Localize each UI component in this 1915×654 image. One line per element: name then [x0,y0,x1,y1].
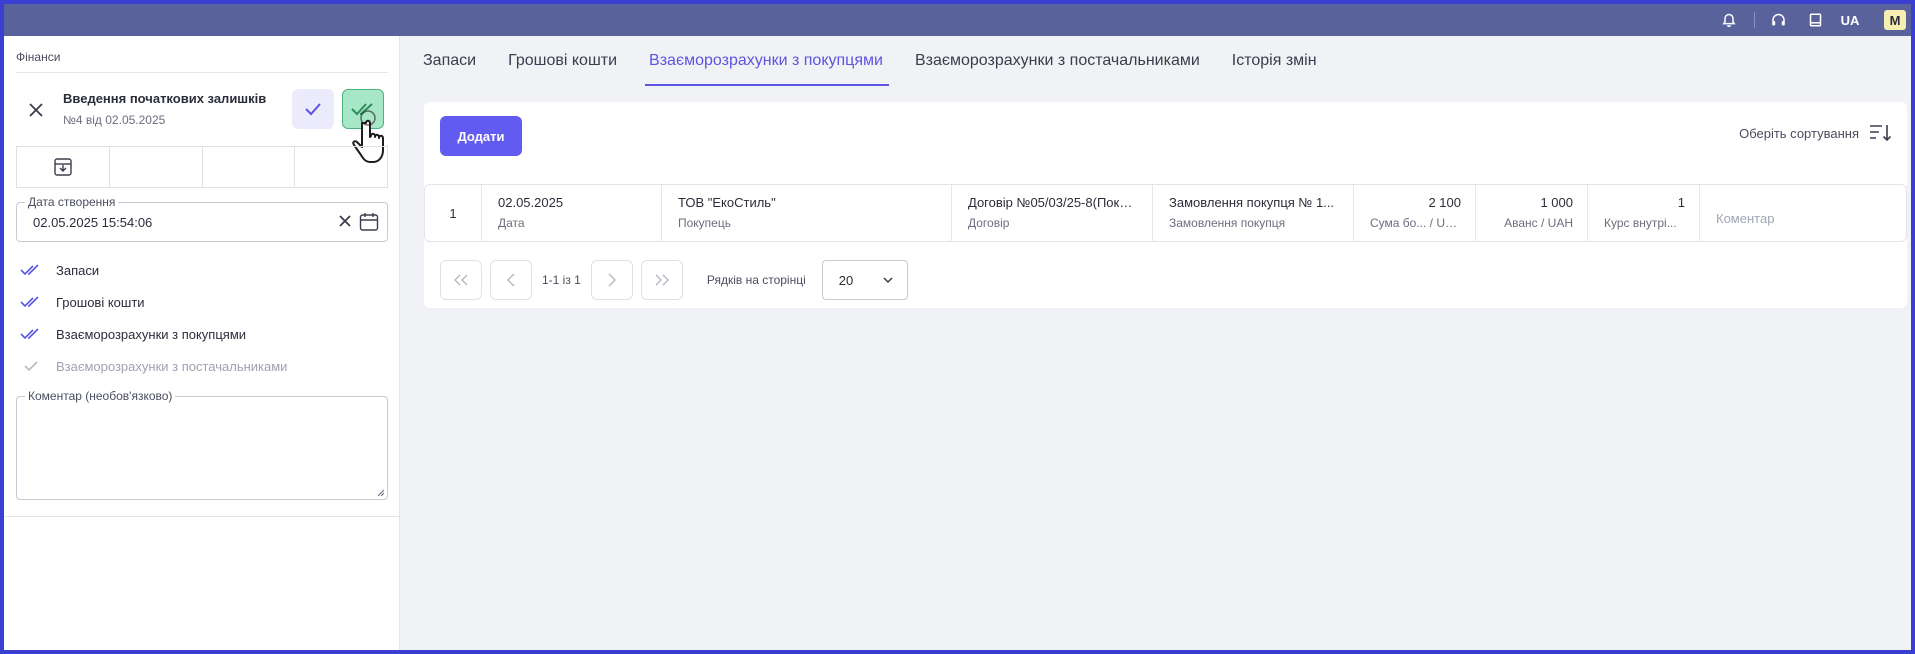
section-status-list: Запаси Грошові кошти Взаєморозрахунки з … [16,254,388,382]
bell-icon[interactable] [1719,10,1739,30]
topbar-divider [1754,12,1755,28]
cell-value: ТОВ "ЕкоСтиль" [678,195,776,210]
tab-customer-settlements[interactable]: Взаєморозрахунки з покупцями [643,36,889,86]
comment-textarea[interactable]: Коментар (необов'язково) [16,389,388,500]
first-page-button[interactable] [440,260,482,300]
row-index: 1 [425,185,482,241]
divider [16,72,388,73]
step-cash[interactable]: Грошові кошти [16,286,388,318]
cell-value: Договір №05/03/25-8(Покупця) [968,195,1138,210]
clear-icon[interactable] [337,213,353,229]
prev-page-button[interactable] [490,260,532,300]
step-label: Взаєморозрахунки з постачальниками [56,358,288,374]
double-check-icon [16,328,56,340]
creation-date-field[interactable]: Дата створення 02.05.2025 15:54:06 [16,195,388,242]
cell-label: Дата [498,216,525,230]
chevron-down-icon [883,277,893,283]
cell-label: Курс внутрі... [1604,216,1677,230]
document-subtitle: №4 від 02.05.2025 [63,113,166,127]
sort-control[interactable]: Оберіть сортування [1739,124,1891,142]
cell-value: 1 000 [1540,195,1573,210]
tab-cash[interactable]: Грошові кошти [502,36,623,86]
double-chevron-right-icon [655,274,669,286]
empty-cell [203,147,296,187]
empty-cell [295,147,387,187]
tab-inventory[interactable]: Запаси [417,36,482,86]
pagination: 1-1 із 1 Рядків на сторінці 20 [440,260,908,300]
language-switch[interactable]: UA [1836,10,1864,30]
document-panel: Фінанси Введення початкових залишків №4 … [4,36,400,650]
next-page-button[interactable] [590,260,633,300]
advance-cell: 1 000 Аванс / UAH [1476,185,1588,241]
top-bar: UA М [4,4,1911,36]
rows-per-page-select[interactable]: 20 [821,260,908,300]
comment-label: Коментар (необов'язково) [25,389,176,403]
last-page-button[interactable] [640,260,683,300]
cell-label: Договір [968,216,1010,230]
step-label: Запаси [56,262,100,278]
archive-icon [54,158,72,176]
check-icon [305,103,321,116]
step-supplier-settlements[interactable]: Взаєморозрахунки з постачальниками [16,350,388,382]
save-button[interactable] [292,89,334,129]
rows-per-page-label: Рядків на сторінці [706,273,806,287]
close-button[interactable] [24,98,48,122]
app-frame: UA М Фінанси Введення початкових залишкі… [4,4,1911,650]
breadcrumb[interactable]: Фінанси [16,50,60,64]
step-inventory[interactable]: Запаси [16,254,388,286]
double-check-icon [16,264,56,276]
settlements-card: Додати Оберіть сортування 1 02.05.2025 Д… [424,102,1907,308]
tab-supplier-settlements[interactable]: Взаєморозрахунки з постачальниками [909,36,1206,86]
cell-value: 2 100 [1428,195,1461,210]
cell-label: Замовлення покупця [1169,216,1286,230]
cell-label: Покупець [678,216,731,230]
comment-cell[interactable]: Коментар [1700,185,1906,241]
book-icon[interactable] [1805,10,1825,30]
cell-value: 1 [1677,195,1685,210]
archive-cell[interactable] [17,147,110,187]
sort-icon [1870,125,1891,142]
tab-history[interactable]: Історія змін [1226,36,1323,86]
resize-grip-icon[interactable] [375,487,385,497]
contract-cell: Договір №05/03/25-8(Покупця) Договір [952,185,1153,241]
rows-per-page-value: 20 [838,272,854,288]
buyer-cell: ТОВ "ЕкоСтиль" Покупець [662,185,952,241]
close-icon [29,103,43,117]
rate-cell: 1 Курс внутрі... [1588,185,1700,241]
calendar-icon[interactable] [359,212,379,232]
cell-label: Аванс / UAH [1504,216,1573,230]
cell-value: 02.05.2025 [498,195,564,210]
page-info: 1-1 із 1 [542,273,581,287]
debt-cell: 2 100 Сума бо... / UAH [1354,185,1476,241]
avatar[interactable]: М [1884,10,1906,30]
headset-icon[interactable] [1768,10,1788,30]
chevron-right-icon [608,273,616,287]
check-icon [16,360,56,372]
tab-bar: Запаси Грошові кошти Взаєморозрахунки з … [400,36,1343,86]
step-label: Грошові кошти [56,294,145,310]
double-check-icon [16,296,56,308]
sort-label: Оберіть сортування [1739,125,1859,141]
date-field-label: Дата створення [25,195,119,209]
chevron-left-icon [507,273,515,287]
cell-value: Замовлення покупця № 1... [1169,195,1335,210]
document-title: Введення початкових залишків [63,91,267,106]
divider [4,516,400,517]
double-chevron-left-icon [454,274,468,286]
add-button[interactable]: Додати [440,116,522,156]
date-value[interactable]: 02.05.2025 15:54:06 [33,215,152,230]
step-label: Взаєморозрахунки з покупцями [56,326,247,342]
empty-cell [110,147,203,187]
action-icon-row [16,146,388,188]
table-row[interactable]: 1 02.05.2025 Дата ТОВ "ЕкоСтиль" Покупец… [424,184,1907,242]
cell-label: Сума бо... / UAH [1370,216,1461,230]
order-cell: Замовлення покупця № 1... Замовлення пок… [1153,185,1354,241]
date-cell: 02.05.2025 Дата [482,185,662,241]
step-customer-settlements[interactable]: Взаєморозрахунки з покупцями [16,318,388,350]
